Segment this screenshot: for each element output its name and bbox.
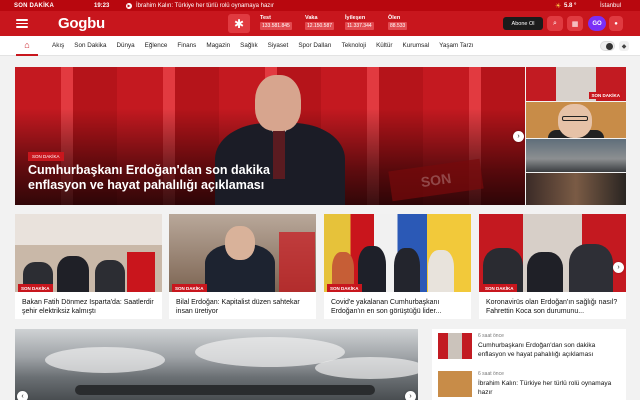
feature-image[interactable]: ‹ › — [15, 329, 418, 400]
card-title[interactable]: Bilal Erdoğan: Kapitalist düzen sahtekar… — [176, 298, 312, 316]
news-card[interactable]: › SON DAKİKA Koronavirüs olan Erdoğan'ın… — [479, 214, 626, 319]
grid-icon[interactable]: ▦ — [567, 16, 583, 31]
category-nav: ⌂ Akış Son Dakika Dünya Eğlence Finans M… — [0, 36, 640, 56]
card-title[interactable]: Bakan Fatih Dönmez Isparta'da: Saatlerdi… — [22, 298, 158, 316]
ticker-headline[interactable]: İbrahim Kalın: Türkiye her türlü rolü oy… — [136, 3, 274, 9]
nav-items: Akış Son Dakika Dünya Eğlence Finans Mag… — [52, 42, 484, 49]
nav-item-saglik[interactable]: Sağlık — [240, 42, 258, 49]
sun-icon: ☀ — [555, 2, 562, 10]
site-logo[interactable]: Gogbu — [58, 15, 105, 32]
site-header: Gogbu ✱ Test 133.581.845 Vaka 12.150.587… — [0, 11, 640, 36]
stat-value: 11.337.344 — [345, 22, 374, 30]
card-image — [324, 214, 471, 292]
weather-temperature: 5.8 ° — [564, 2, 577, 9]
card-title[interactable]: Covid'e yakalanan Cumhurbaşkanı Erdoğan'… — [331, 298, 467, 316]
feature-prev-icon[interactable]: ‹ — [17, 391, 28, 400]
home-icon[interactable]: ⌂ — [16, 36, 38, 56]
drone-shape — [75, 385, 375, 395]
slider-next-icon[interactable]: › — [513, 131, 524, 142]
card-title[interactable]: Koronavirüs olan Erdoğan'ın sağlığı nası… — [486, 298, 622, 316]
stat-label: Ölen — [388, 15, 401, 21]
cards-next-icon[interactable]: › — [613, 262, 624, 273]
menu-icon[interactable] — [16, 19, 28, 28]
breaking-news-ticker: SON DAKİKA 19:23 ▶ İbrahim Kalın: Türkiy… — [0, 0, 640, 11]
card-image — [169, 214, 316, 292]
ticker-time: 19:23 — [94, 2, 110, 9]
list-thumb — [438, 333, 472, 359]
news-card[interactable]: SON DAKİKA Bilal Erdoğan: Kapitalist düz… — [169, 214, 316, 319]
stat-cases: Vaka 12.150.587 — [305, 15, 335, 30]
nav-item-teknoloji[interactable]: Teknoloji — [342, 42, 367, 49]
stat-label: Vaka — [305, 15, 318, 21]
feature-next-icon[interactable]: › — [405, 391, 416, 400]
bookmark-icon[interactable]: ◆ — [619, 41, 629, 51]
stat-value: 88.533 — [388, 22, 408, 30]
nav-item-spor[interactable]: Spor Dalları — [298, 42, 331, 49]
slider-thumb[interactable] — [526, 173, 626, 205]
hero-category-badge: SON DAKİKA — [28, 152, 64, 161]
list-item[interactable]: 6 saat önce Cumhurbaşkanı Erdoğan'dan so… — [438, 329, 622, 363]
slider-thumb[interactable]: SON DAKİKA — [526, 67, 626, 101]
list-item[interactable]: 6 saat önce İbrahim Kalın: Türkiye her t… — [438, 367, 622, 400]
list-thumb — [438, 371, 472, 397]
nav-item-akis[interactable]: Akış — [52, 42, 64, 49]
weather-city[interactable]: İstanbul — [600, 3, 621, 9]
nav-item-siyaset[interactable]: Siyaset — [268, 42, 289, 49]
thumb-badge: SON DAKİKA — [589, 92, 622, 99]
slider-thumb[interactable] — [526, 139, 626, 172]
card-badge: SON DAKİKA — [18, 284, 53, 292]
card-badge: SON DAKİKA — [327, 284, 362, 292]
stat-label: Test — [260, 15, 271, 21]
play-icon[interactable]: ▶ — [126, 2, 133, 9]
nav-item-finans[interactable]: Finans — [177, 42, 196, 49]
nav-item-kurumsal[interactable]: Kurumsal — [403, 42, 430, 49]
slider-thumb[interactable] — [526, 102, 626, 138]
dark-mode-toggle[interactable] — [600, 41, 615, 51]
news-card[interactable]: SON DAKİKA Bakan Fatih Dönmez Isparta'da… — [15, 214, 162, 319]
list-time: 6 saat önce — [478, 333, 504, 339]
list-time: 6 saat önce — [478, 371, 504, 377]
nav-item-son-dakika[interactable]: Son Dakika — [74, 42, 106, 49]
subscribe-button[interactable]: Abone Ol — [503, 17, 543, 30]
stat-value: 133.581.845 — [260, 22, 292, 30]
search-icon[interactable]: ⌕ — [547, 16, 563, 31]
stat-value: 12.150.587 — [305, 22, 335, 30]
nav-item-magazin[interactable]: Magazin — [206, 42, 230, 49]
headline-slider[interactable]: SON SON DAKİKA Cumhurbaşkanı Erdoğan'dan… — [15, 67, 525, 205]
card-image — [479, 214, 626, 292]
virus-icon[interactable]: ✱ — [228, 14, 250, 33]
nav-item-dunya[interactable]: Dünya — [116, 42, 134, 49]
stat-deaths: Ölen 88.533 — [388, 15, 408, 30]
stat-test: Test 133.581.845 — [260, 15, 292, 30]
go-button[interactable]: GO — [588, 16, 606, 31]
nav-item-eglence[interactable]: Eğlence — [145, 42, 168, 49]
list-title[interactable]: Cumhurbaşkanı Erdoğan'dan son dakika enf… — [478, 342, 622, 359]
card-badge: SON DAKİKA — [482, 284, 517, 292]
breaking-tag: SON DAKİKA — [14, 2, 55, 9]
notification-icon[interactable]: ● — [609, 16, 623, 31]
stat-recovered: İyileşen 11.337.344 — [345, 15, 374, 30]
list-title[interactable]: İbrahim Kalın: Türkiye her türlü rolü oy… — [478, 380, 622, 397]
news-card[interactable]: SON DAKİKA Covid'e yakalanan Cumhurbaşka… — [324, 214, 471, 319]
card-image — [15, 214, 162, 292]
hero-title[interactable]: Cumhurbaşkanı Erdoğan'dan son dakika enf… — [28, 163, 328, 193]
stat-label: İyileşen — [345, 15, 366, 21]
card-badge: SON DAKİKA — [172, 284, 207, 292]
nav-item-yasam[interactable]: Yaşam Tarzı — [439, 42, 473, 49]
nav-item-kultur[interactable]: Kültür — [376, 42, 392, 49]
latest-news-list: 6 saat önce Cumhurbaşkanı Erdoğan'dan so… — [432, 329, 626, 400]
